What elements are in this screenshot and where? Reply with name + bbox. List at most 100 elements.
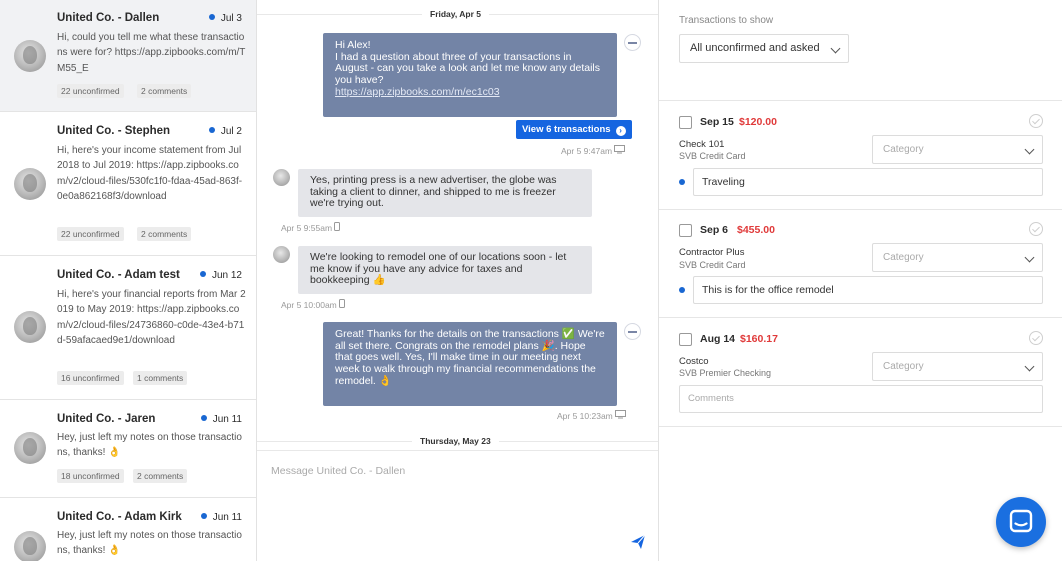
transaction-checkbox[interactable]: [679, 333, 692, 346]
conversation-date: Jun 12: [199, 270, 242, 281]
conversation-date: Jul 2: [208, 126, 242, 137]
conversation-name: United Co. - Adam test: [57, 269, 180, 281]
avatar: [273, 246, 290, 263]
divider: [659, 317, 1062, 318]
unread-dot: [208, 127, 215, 133]
message-composer: [257, 450, 658, 561]
chevron-down-icon: [1024, 361, 1035, 372]
unread-dot: [208, 14, 215, 20]
transaction-description: Costco: [679, 356, 709, 367]
comments-badge: 2 comments: [137, 84, 192, 98]
conversation-item[interactable]: United Co. - Adam Kirk Jun 11 Hey, just …: [0, 498, 256, 561]
message-meta: Apr 5 9:55am: [281, 222, 341, 233]
transactions-panel: Transactions to show All unconfirmed and…: [659, 0, 1062, 561]
transaction-account: SVB Credit Card: [679, 151, 746, 161]
transaction-amount: $160.17: [740, 333, 778, 345]
conversation-name: United Co. - Stephen: [57, 125, 171, 137]
message-greeting: Hi Alex!: [335, 39, 371, 51]
divider: [659, 426, 1062, 427]
company-logo-icon: [624, 34, 641, 51]
divider: [659, 209, 1062, 210]
message-link[interactable]: https://app.zipbooks.com/m/ec1c03: [335, 86, 500, 98]
confirm-check-icon[interactable]: [1029, 222, 1043, 236]
confirm-check-icon[interactable]: [1029, 331, 1043, 345]
comments-badge: 1 comments: [133, 371, 188, 385]
desktop-icon: [614, 145, 626, 154]
comments-badge: 2 comments: [137, 227, 192, 241]
mobile-icon: [339, 299, 346, 308]
transaction-note-field[interactable]: Traveling: [693, 168, 1043, 196]
conversation-date: Jul 3: [208, 13, 242, 24]
conversation-preview: Hey, just left my notes on those transac…: [57, 530, 242, 557]
company-logo-icon: [624, 323, 641, 340]
category-select[interactable]: Category: [872, 135, 1043, 164]
transactions-filter-select[interactable]: All unconfirmed and asked: [679, 34, 849, 63]
filter-label: Transactions to show: [679, 15, 774, 26]
incoming-message: Yes, printing press is a new advertiser,…: [298, 169, 592, 217]
desktop-icon: [615, 410, 627, 419]
conversation-preview: Hey, just left my notes on those transac…: [57, 432, 242, 459]
conversation-date: Jun 11: [200, 512, 242, 523]
transaction-comments-field[interactable]: Comments: [679, 385, 1043, 413]
app: United Co. - Dallen Jul 3 Hi, could you …: [0, 0, 1062, 561]
conversation-date: Jun 11: [200, 414, 242, 425]
category-select[interactable]: Category: [872, 243, 1043, 272]
chevron-down-icon: [1024, 144, 1035, 155]
conversation-preview: Hi, could you tell me what these transac…: [57, 32, 246, 74]
message-meta: Apr 5 9:47am: [561, 145, 626, 156]
chat-thread: Friday, Apr 5 Hi Alex! I had a question …: [257, 0, 659, 561]
day-label: Friday, Apr 5: [422, 9, 490, 19]
unread-dot: [199, 271, 206, 277]
avatar: [14, 168, 46, 200]
unconfirmed-badge: 22 unconfirmed: [57, 84, 124, 98]
conversation-name: United Co. - Dallen: [57, 12, 160, 24]
transaction-account: SVB Credit Card: [679, 260, 746, 270]
avatar: [14, 531, 46, 561]
transaction-amount: $120.00: [739, 116, 777, 128]
message-meta: Apr 5 10:23am: [557, 410, 627, 421]
transaction-amount: $455.00: [737, 224, 775, 236]
comments-badge: 2 comments: [133, 469, 188, 483]
transaction-checkbox[interactable]: [679, 116, 692, 129]
avatar: [14, 311, 46, 343]
unconfirmed-badge: 22 unconfirmed: [57, 227, 124, 241]
chat-launcher-button[interactable]: [996, 497, 1046, 547]
divider: [659, 100, 1062, 101]
transaction-description: Check 101: [679, 139, 725, 150]
mobile-icon: [334, 222, 341, 231]
chevron-down-icon: [1024, 252, 1035, 263]
unread-dot: [200, 415, 207, 421]
conversation-item[interactable]: United Co. - Dallen Jul 3 Hi, could you …: [0, 0, 256, 112]
conversation-item[interactable]: United Co. - Adam test Jun 12 Hi, here's…: [0, 256, 256, 400]
transaction-note-field[interactable]: This is for the office remodel: [693, 276, 1043, 304]
unread-dot: [200, 513, 207, 519]
message-text: I had a question about three of your tra…: [335, 50, 600, 87]
unconfirmed-badge: 18 unconfirmed: [57, 469, 124, 483]
transaction-account: SVB Premier Checking: [679, 368, 772, 378]
outgoing-message: Great! Thanks for the details on the tra…: [323, 322, 617, 406]
outgoing-message: Hi Alex! I had a question about three of…: [323, 33, 617, 117]
transaction-date: Aug 14: [700, 333, 736, 345]
message-input[interactable]: [271, 465, 631, 505]
message-meta: Apr 5 10:00am: [281, 299, 346, 310]
chat-bubble-icon: [1009, 509, 1033, 533]
transaction-date: Sep 15: [700, 116, 734, 128]
avatar: [14, 40, 46, 72]
incoming-message: We're looking to remodel one of our loca…: [298, 246, 592, 294]
conversation-item[interactable]: United Co. - Jaren Jun 11 Hey, just left…: [0, 400, 256, 498]
conversation-preview: Hi, here's your income statement from Ju…: [57, 145, 243, 203]
conversation-item[interactable]: United Co. - Stephen Jul 2 Hi, here's yo…: [0, 112, 256, 256]
arrow-right-icon: ›: [615, 126, 626, 136]
category-select[interactable]: Category: [872, 352, 1043, 381]
day-label: Thursday, May 23: [412, 436, 499, 446]
unconfirmed-badge: 16 unconfirmed: [57, 371, 124, 385]
view-transactions-button[interactable]: View 6 transactions ›: [516, 120, 632, 139]
conversation-list: United Co. - Dallen Jul 3 Hi, could you …: [0, 0, 257, 561]
chevron-down-icon: [830, 43, 841, 54]
comment-indicator: [679, 179, 685, 185]
comment-indicator: [679, 287, 685, 293]
transaction-checkbox[interactable]: [679, 224, 692, 237]
confirm-check-icon[interactable]: [1029, 114, 1043, 128]
conversation-name: United Co. - Jaren: [57, 413, 156, 425]
send-icon[interactable]: [629, 533, 647, 551]
